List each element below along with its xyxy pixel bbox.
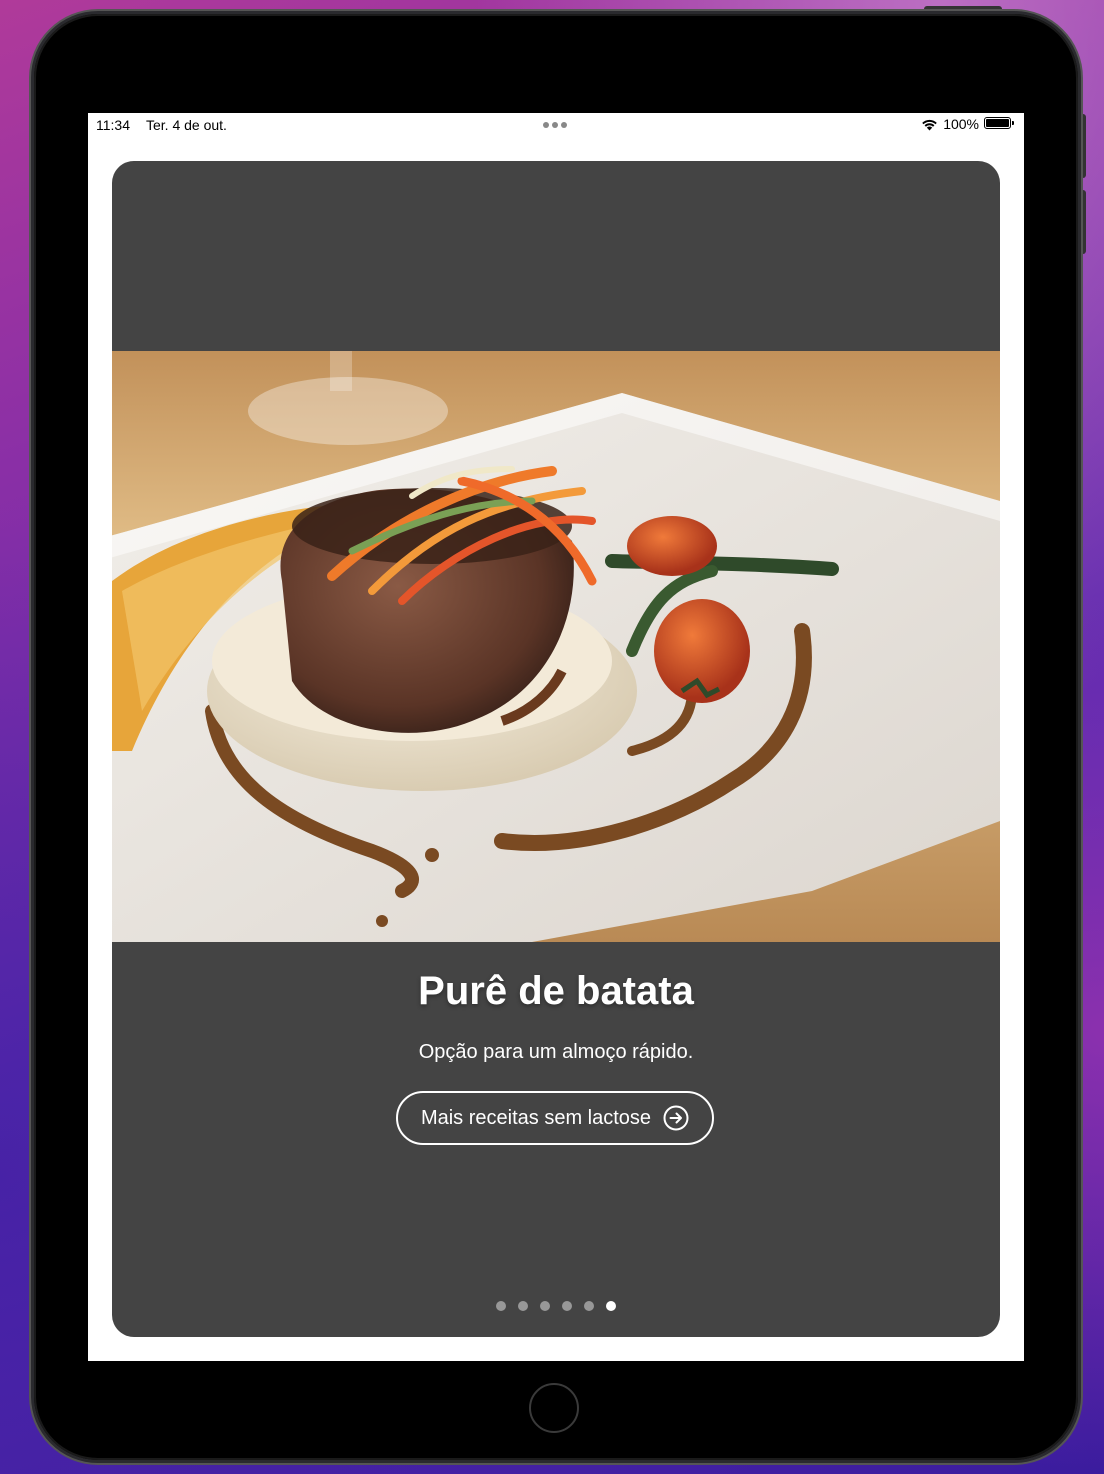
more-button-label: Mais receitas sem lactose bbox=[420, 1106, 652, 1129]
recipe-title: Purê de batata bbox=[418, 969, 694, 1013]
battery-percentage: 100% bbox=[943, 116, 979, 132]
page-dot-active[interactable] bbox=[606, 1301, 616, 1311]
recipe-subtitle: Opção para um almoço rápido. bbox=[418, 1041, 694, 1063]
page-indicator[interactable] bbox=[112, 1301, 1000, 1311]
more-lactose-free-recipes-button[interactable]: Mais receitas sem lactose bbox=[396, 1091, 714, 1145]
recipe-photo bbox=[112, 351, 1000, 942]
home-button[interactable] bbox=[529, 1383, 579, 1433]
recipe-card[interactable]: Purê de batata Opção para um almoço rápi… bbox=[112, 161, 1000, 1337]
volume-up-button bbox=[1078, 114, 1086, 178]
multitasking-dots-icon[interactable] bbox=[543, 122, 567, 128]
page-dot[interactable] bbox=[496, 1301, 506, 1311]
page-dot[interactable] bbox=[518, 1301, 528, 1311]
volume-down-button bbox=[1078, 190, 1086, 254]
status-bar: 11:34 Ter. 4 de out. 100% bbox=[88, 113, 1024, 139]
ipad-screen: 11:34 Ter. 4 de out. 100% Purê de batata… bbox=[88, 113, 1024, 1361]
page-dot[interactable] bbox=[540, 1301, 550, 1311]
status-indicators: 100% bbox=[921, 116, 1016, 132]
wifi-icon bbox=[922, 119, 937, 130]
status-date: Ter. 4 de out. bbox=[146, 117, 227, 133]
page-dot[interactable] bbox=[562, 1301, 572, 1311]
arrow-right-circle-icon bbox=[663, 1105, 689, 1131]
page-dot[interactable] bbox=[584, 1301, 594, 1311]
battery-icon bbox=[984, 117, 1016, 131]
status-time: 11:34 bbox=[96, 117, 130, 133]
